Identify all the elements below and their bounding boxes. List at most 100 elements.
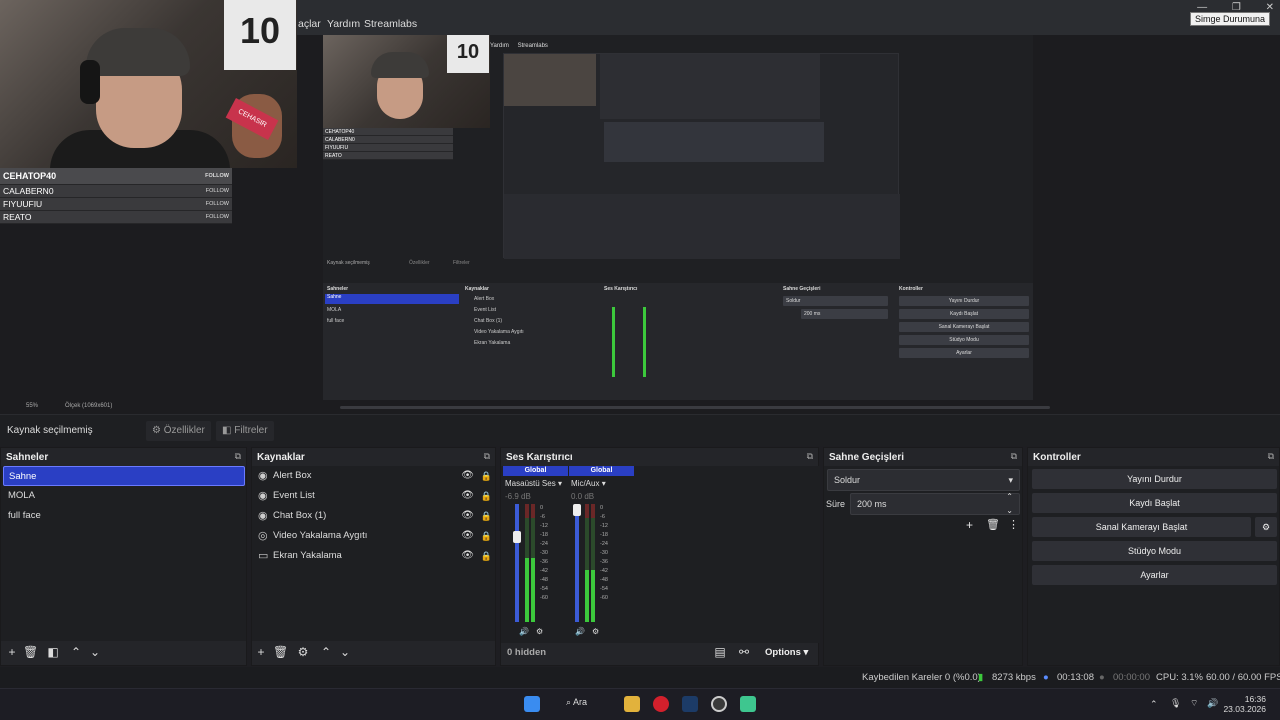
dock-float-icon[interactable]: ⧉ [1011,451,1017,462]
nested-chat-row: CEHATOP40 [323,128,453,136]
transitions-body: Soldur ▾ Süre 200 ms ⌃ ⌄ + 🗑 ⋮ [824,466,1022,665]
gear-icon[interactable]: ⚙ [536,627,543,636]
speaker-icon[interactable]: 🔊 [519,627,529,636]
chevron-down-icon[interactable]: ⌄ [338,645,352,659]
scene-item[interactable]: MOLA [3,486,245,506]
filter-icon[interactable]: ◧ [46,645,60,659]
search-icon: ⌕ [566,697,574,707]
menu-streamlabs[interactable]: Streamlabs [364,18,417,30]
dropdown-icon[interactable]: ▾ [558,479,562,488]
source-label: Event List [273,490,315,501]
menu-tools[interactable]: açlar [298,18,321,30]
channel-name[interactable]: Masaüstü Ses ▾ [503,479,568,488]
chevron-up-icon[interactable]: ⌃ [69,645,83,659]
virtual-camera-settings-button[interactable]: ⚙ [1255,517,1277,537]
filters-button[interactable]: ◧ Filtreler [216,421,274,441]
nested-mixer-title: Ses Karıştırıcı [604,286,638,292]
stop-stream-button[interactable]: Yayını Durdur [1032,469,1277,489]
volume-fader[interactable] [573,504,581,622]
meter-fill [525,558,529,622]
fader-knob[interactable] [573,504,581,516]
start-virtual-camera-button[interactable]: Sanal Kamerayı Başlat [1032,517,1251,537]
lock-icon[interactable]: 🔒 [481,526,492,546]
chevron-down-icon[interactable]: ⌄ [88,645,102,659]
dock-float-icon[interactable]: ⧉ [235,451,241,462]
opera-icon[interactable] [653,696,669,712]
dock-float-icon[interactable]: ⧉ [484,451,490,462]
scenes-toolbar: + 🗑 ◧ ⌃ ⌄ [1,641,246,665]
meter-fill [585,570,589,622]
fader-knob[interactable] [513,531,521,543]
layout-icon[interactable]: ▤ [713,645,727,659]
preview-scrollbar[interactable] [340,406,1050,409]
add-icon[interactable]: + [5,645,19,659]
file-explorer-icon[interactable] [624,696,640,712]
volume-fader[interactable] [513,504,521,622]
eye-icon[interactable]: 👁 [461,526,474,546]
lock-icon[interactable]: 🔒 [481,486,492,506]
eye-icon[interactable]: 👁 [461,466,474,486]
source-item[interactable]: ◉ Chat Box (1) 👁 🔒 [256,506,494,526]
transitions-title: Sahne Geçişleri [829,452,905,463]
stream-time: 00:13:08 [1057,672,1094,683]
stepper-icon[interactable]: ⌃ ⌄ [1006,490,1013,518]
trash-icon[interactable]: 🗑 [273,645,288,659]
status-bar: Kaybedilen Kareler 0 (%0.0) ▮ 8273 kbps … [0,667,1280,688]
volume-icon[interactable]: 🔊 [1207,698,1218,709]
source-item[interactable]: ◉ Event List 👁 🔒 [256,486,494,506]
lock-icon[interactable]: 🔒 [481,506,492,526]
search-button[interactable]: ⌕ Ara [566,697,587,708]
scale-label[interactable]: Ölçek (1069x601) [65,403,112,409]
link-icon[interactable]: ⚯ [737,645,751,659]
tray-chevron-icon[interactable]: ⌃ [1150,699,1158,710]
hidden-count: 0 hidden [507,647,547,658]
nested-scene: MOLA [327,307,342,313]
dock-float-icon[interactable]: ⧉ [807,451,813,462]
options-button[interactable]: Options ▾ [765,647,808,658]
trash-icon[interactable]: 🗑 [986,518,1000,531]
chevron-up-icon[interactable]: ⌃ [319,645,333,659]
scene-item[interactable]: Sahne [3,466,245,486]
add-icon[interactable]: + [966,518,973,532]
steam-icon[interactable] [682,696,698,712]
add-icon[interactable]: + [254,645,268,659]
menu-help[interactable]: Yardım [327,18,360,30]
wifi-icon[interactable]: ⌔ [1190,698,1198,709]
dock-float-icon[interactable]: ⧉ [1268,451,1274,462]
taskbar: ⌕ Ara ⌃ 🎙 ⌔ 🔊 16:36 23.03.2026 [0,688,1280,720]
scale-tick: -18 [600,532,608,538]
lock-icon[interactable]: 🔒 [481,466,492,486]
eye-icon[interactable]: 👁 [461,486,474,506]
studio-mode-button[interactable]: Stüdyo Modu [1032,541,1277,561]
source-item[interactable]: ◎ Video Yakalama Aygıtı 👁 🔒 [256,526,494,546]
gear-icon[interactable]: ⚙ [296,645,310,659]
more-icon[interactable]: ⋮ [1008,518,1019,531]
source-item[interactable]: ▭ Ekran Yakalama 👁 🔒 [256,546,494,566]
eye-icon[interactable]: 👁 [461,506,474,526]
clock[interactable]: 16:36 23.03.2026 [1223,694,1266,714]
scale-tick: 0 [540,505,544,511]
microphone-icon[interactable]: 🎙 [1170,698,1181,709]
mixer-dock: Ses Karıştırıcı ⧉ Global Masaüstü Ses ▾ … [500,447,820,666]
trash-icon[interactable]: 🗑 [23,645,38,659]
settings-button[interactable]: Ayarlar [1032,565,1277,585]
gear-icon[interactable]: ⚙ [592,627,599,636]
dropdown-icon[interactable]: ▾ [602,479,606,488]
zoom-percent[interactable]: 55% [26,403,38,409]
streamlabs-icon[interactable] [740,696,756,712]
scene-item[interactable]: full face [3,506,245,526]
channel-name[interactable]: Mic/Aux ▾ [569,479,634,488]
nested-menu-item: Streamlabs [517,43,548,49]
windows-start-icon[interactable] [524,696,540,712]
speaker-icon[interactable]: 🔊 [575,627,585,636]
source-item[interactable]: ◉ Alert Box 👁 🔒 [256,466,494,486]
eye-icon[interactable]: 👁 [461,546,474,566]
lock-icon[interactable]: 🔒 [481,546,492,566]
transition-select[interactable]: Soldur ▾ [827,469,1020,491]
obs-icon[interactable] [711,696,727,712]
properties-button[interactable]: ⚙ Özellikler [146,421,211,441]
nested-props: Özellikler [409,260,430,266]
duration-input[interactable]: 200 ms ⌃ ⌄ [850,490,1020,518]
globe-icon: ◉ [258,470,268,482]
start-recording-button[interactable]: Kaydı Başlat [1032,493,1277,513]
